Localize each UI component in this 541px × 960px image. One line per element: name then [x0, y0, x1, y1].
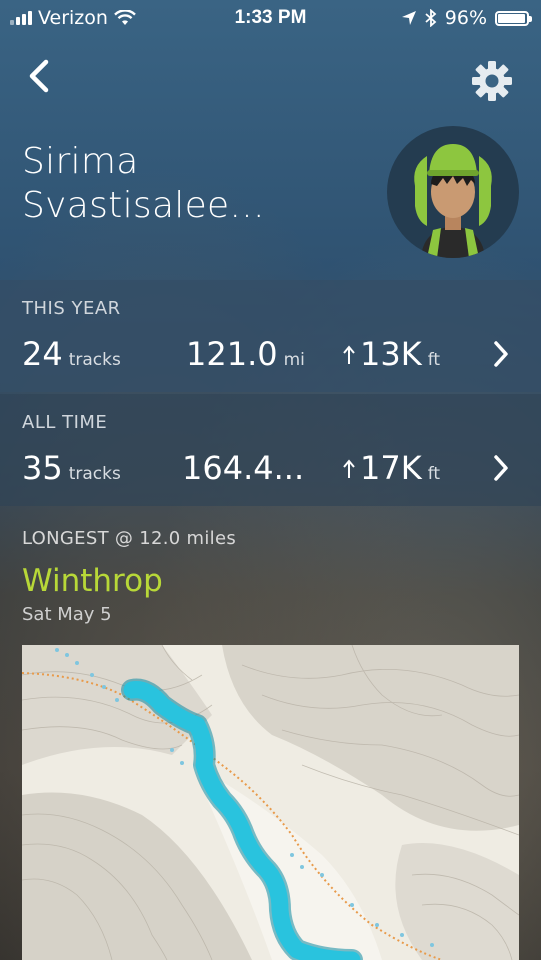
all-time-elevation-value: 17K [360, 449, 422, 487]
stats-all-time-row[interactable]: ALL TIME 35 tracks 164.4... 17K ft [0, 394, 541, 506]
battery-icon [495, 10, 532, 26]
avatar[interactable] [387, 126, 519, 258]
profile-name: Sirima Svastisalee... [22, 140, 265, 228]
longest-track-name[interactable]: Winthrop [22, 563, 163, 599]
elevation-up-arrow-icon [343, 345, 355, 364]
back-chevron-icon[interactable] [22, 58, 58, 94]
this-year-tracks: 24 tracks [22, 335, 121, 373]
this-year-tracks-value: 24 [22, 335, 63, 373]
stats-this-year-label: THIS YEAR [22, 298, 121, 319]
longest-track-date: Sat May 5 [22, 604, 112, 625]
all-time-tracks-value: 35 [22, 449, 63, 487]
chevron-right-icon[interactable] [493, 340, 509, 368]
bluetooth-icon [425, 9, 437, 27]
this-year-elevation-value: 13K [360, 335, 422, 373]
all-time-elevation-unit: ft [427, 464, 441, 484]
all-time-tracks: 35 tracks [22, 449, 121, 487]
topo-map-graphic [22, 645, 519, 960]
battery-percent: 96% [444, 7, 487, 29]
this-year-elevation-unit: ft [427, 350, 441, 370]
this-year-distance: 121.0 mi [186, 335, 305, 373]
chevron-right-icon[interactable] [493, 454, 509, 482]
this-year-distance-unit: mi [283, 350, 305, 370]
stats-this-year-row[interactable]: THIS YEAR 24 tracks 121.0 mi 13K ft [0, 280, 541, 392]
all-time-distance-value: 164.4... [182, 449, 305, 487]
all-time-distance: 164.4... [182, 449, 304, 487]
this-year-elevation: 13K ft [342, 335, 440, 373]
gear-icon[interactable] [471, 60, 513, 102]
longest-track-label: LONGEST @ 12.0 miles [22, 528, 236, 549]
this-year-tracks-unit: tracks [68, 350, 121, 370]
all-time-elevation: 17K ft [342, 449, 440, 487]
profile-name-line2: Svastisalee... [22, 185, 265, 226]
status-bar: Verizon 1:33 PM 96% [0, 0, 541, 36]
all-time-tracks-unit: tracks [68, 464, 121, 484]
hiker-avatar-icon [414, 144, 492, 258]
elevation-up-arrow-icon [343, 459, 355, 478]
stats-all-time-label: ALL TIME [22, 412, 108, 433]
this-year-distance-value: 121.0 [186, 335, 278, 373]
track-map[interactable] [22, 645, 519, 960]
location-arrow-icon [401, 11, 416, 25]
profile-name-line1: Sirima [22, 141, 139, 182]
